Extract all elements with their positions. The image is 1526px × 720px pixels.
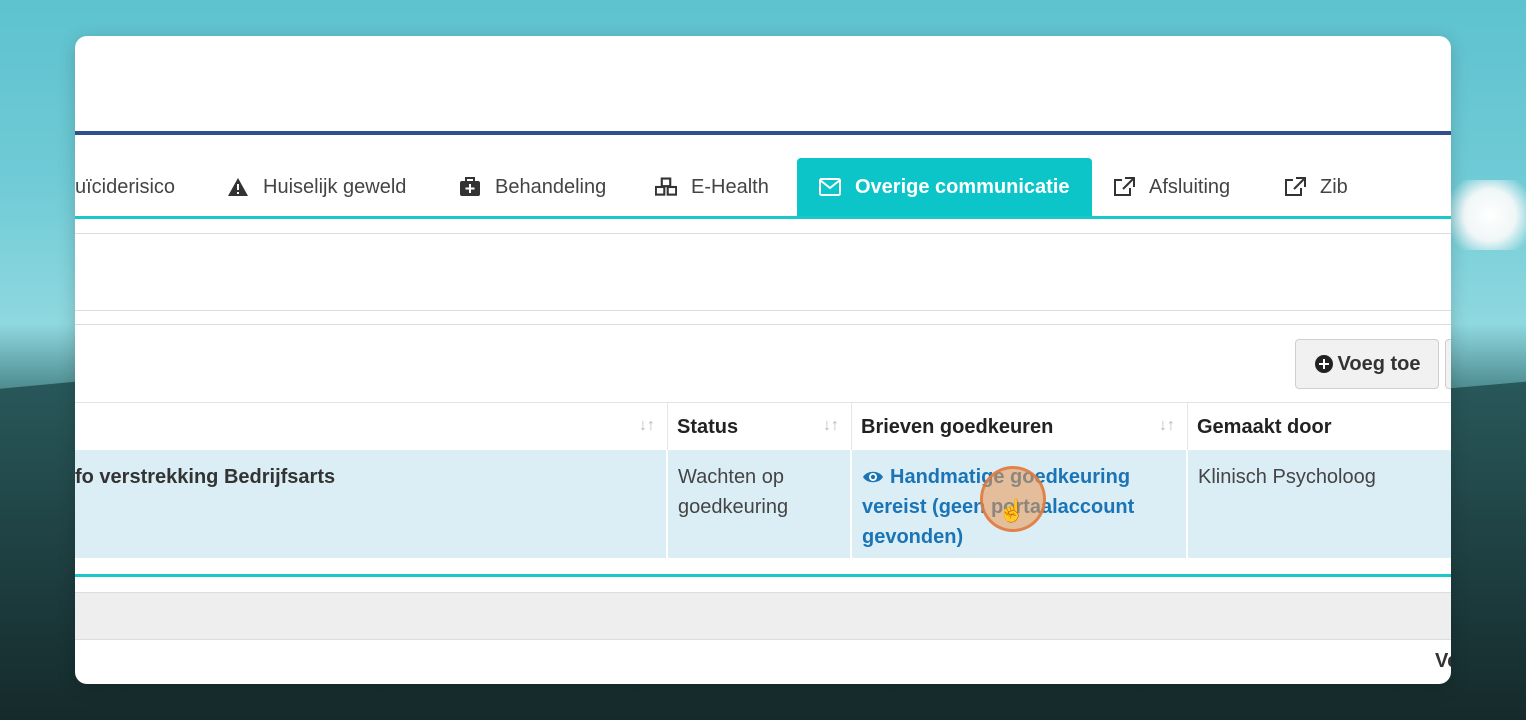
eye-icon xyxy=(862,469,884,485)
table-header: ↓↑ Status ↓↑ Brieven goedkeuren ↓↑ Gemaa… xyxy=(75,402,1451,451)
tab-label: Huiselijk geweld xyxy=(263,175,407,198)
tab-label: Overige communicatie xyxy=(855,175,1070,198)
tab-label: Zib xyxy=(1320,175,1348,198)
tab-huiselijk-geweld[interactable]: Huiselijk geweld xyxy=(227,158,406,216)
external-link-icon xyxy=(1284,176,1306,198)
column-header-status[interactable]: Status ↓↑ xyxy=(668,403,852,451)
add-button[interactable]: Voeg toe xyxy=(1295,339,1439,389)
tab-label: Behandeling xyxy=(495,175,607,198)
filter-area xyxy=(75,233,1451,311)
tab-label: Afsluiting xyxy=(1149,175,1231,198)
cell-status: Wachten op goedkeuring xyxy=(668,450,852,558)
warning-icon xyxy=(227,176,249,198)
tab-zib[interactable]: Zib xyxy=(1284,158,1348,216)
sort-icon[interactable]: ↓↑ xyxy=(639,417,655,435)
cell-approval: Handmatige goedkeuring vereist (geen por… xyxy=(852,450,1188,558)
app-window: uïciderisico Huiselijk geweld Behandelin… xyxy=(75,36,1451,684)
sort-icon[interactable]: ↓↑ xyxy=(1159,417,1175,435)
column-header-brieven[interactable]: Brieven goedkeuren ↓↑ xyxy=(852,403,1188,451)
tab-overige-communicatie[interactable]: Overige communicatie xyxy=(797,158,1092,216)
plus-circle-icon xyxy=(1314,354,1334,374)
tab-suiciderisico[interactable]: uïciderisico xyxy=(75,158,175,216)
external-link-icon xyxy=(1113,176,1135,198)
column-header-name[interactable]: ↓↑ xyxy=(75,403,668,451)
table-bottom-border xyxy=(75,574,1451,577)
header-divider xyxy=(75,131,1451,135)
add-button-label: Voeg toe xyxy=(1337,352,1421,375)
tab-label: uïciderisico xyxy=(75,175,176,198)
sort-icon[interactable]: ↓↑ xyxy=(823,417,839,435)
tab-bar: uïciderisico Huiselijk geweld Behandelin… xyxy=(75,158,1451,219)
approval-link-text: Handmatige goedkeuring vereist (geen por… xyxy=(862,466,1135,548)
cubes-icon xyxy=(655,176,677,198)
cell-created-by: Klinisch Psycholoog xyxy=(1198,466,1376,488)
envelope-icon xyxy=(819,176,841,198)
section-divider xyxy=(75,324,1451,326)
approval-link[interactable]: Handmatige goedkeuring vereist (geen por… xyxy=(862,466,1134,548)
cell-name: fo verstrekking Bedrijfsarts xyxy=(75,450,668,558)
secondary-button[interactable] xyxy=(1445,339,1451,389)
tab-afsluiting[interactable]: Afsluiting xyxy=(1113,158,1230,216)
footer-partial-text: Ve xyxy=(1435,650,1451,672)
table-row[interactable]: fo verstrekking Bedrijfsarts Wachten op … xyxy=(75,450,1451,558)
table-footer xyxy=(75,592,1451,640)
column-header-gemaakt-door[interactable]: Gemaakt door xyxy=(1188,403,1451,451)
medkit-icon xyxy=(459,176,481,198)
tab-behandeling[interactable]: Behandeling xyxy=(459,158,606,216)
tab-e-health[interactable]: E-Health xyxy=(655,158,769,216)
tab-label: E-Health xyxy=(691,175,769,198)
